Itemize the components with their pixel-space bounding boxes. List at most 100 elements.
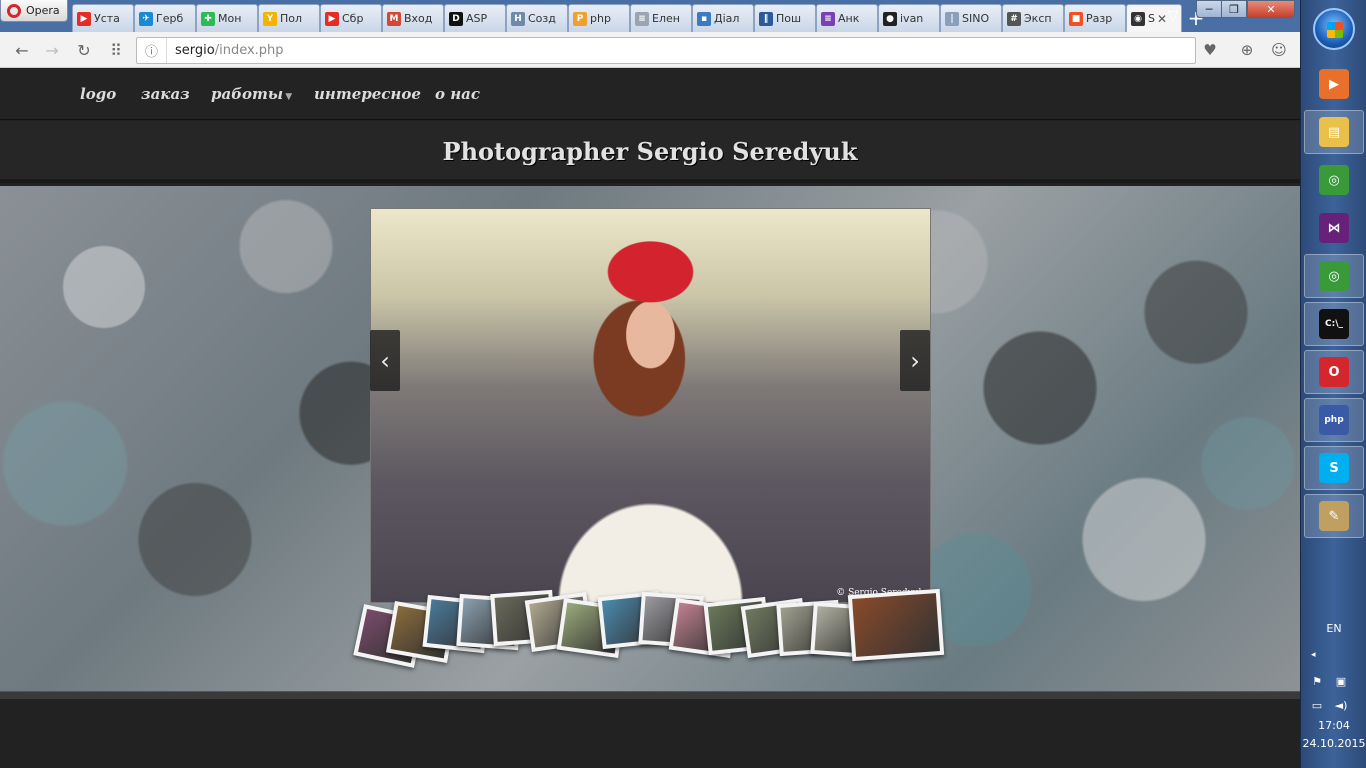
minimize-button[interactable]: ─ (1196, 0, 1222, 18)
chrome-icon: ◎ (1319, 165, 1349, 195)
browser-tab[interactable]: Pphp (568, 4, 630, 32)
start-button[interactable] (1313, 8, 1355, 50)
opera-icon: O (1319, 357, 1349, 387)
taskbar-app[interactable]: ▶ (1304, 62, 1364, 106)
tab-menu-icon[interactable]: ▽ (1162, 6, 1184, 26)
taskbar-app[interactable]: php (1304, 398, 1364, 442)
form-icon: ≡ (821, 11, 835, 26)
speed-dial-grid-icon[interactable]: ⠿ (106, 40, 126, 60)
title-bar: Photographer Sergio Seredyuk (0, 121, 1300, 183)
taskbar-app[interactable]: O (1304, 350, 1364, 394)
tab-label: php (590, 12, 611, 25)
chevron-left-icon: ‹ (380, 346, 390, 375)
gmail-icon: M (387, 11, 401, 26)
thermometer-icon: | (945, 11, 959, 26)
maximize-button[interactable]: ❐ (1221, 0, 1247, 18)
chevron-down-icon: ▼ (285, 92, 293, 102)
reload-icon[interactable]: ↻ (74, 40, 94, 60)
windows-logo-icon (1327, 22, 1343, 38)
nav-works[interactable]: работы ▼ (211, 85, 292, 103)
page-icon: ≡ (635, 11, 649, 26)
hero-bottom-border (0, 691, 1300, 699)
media-player-icon: ▶ (1319, 69, 1349, 99)
browser-toolbar: ← → ↻ ⠿ ⓘ sergio/index.php ♥ ⊕ ☺ (0, 32, 1300, 68)
taskbar-app[interactable]: ⋈ (1304, 206, 1364, 250)
site-info-icon[interactable]: ⓘ (137, 38, 167, 63)
nav-interesting[interactable]: интересное (314, 85, 421, 103)
file-explorer-icon: ▤ (1319, 117, 1349, 147)
taskbar-app[interactable]: C:\_ (1304, 302, 1364, 346)
taskbar-app[interactable]: ✎ (1304, 494, 1364, 538)
tab-label: Разр (1086, 12, 1113, 25)
browser-tab[interactable]: ≡ Анк (816, 4, 878, 32)
browser-tab[interactable]: D ASP (444, 4, 506, 32)
browser-tab[interactable]: ▶ Уста (72, 4, 134, 32)
network-icon[interactable]: ▭ (1309, 698, 1325, 712)
habr-icon: H (511, 11, 525, 26)
url-path: /index.php (214, 43, 284, 58)
browser-tab[interactable]: ▶ Сбр (320, 4, 382, 32)
tab-label: Мон (218, 12, 242, 25)
browser-tab[interactable]: ✈ Герб (134, 4, 196, 32)
dou-icon: D (449, 11, 463, 26)
browser-tab[interactable]: ● ivan (878, 4, 940, 32)
paint-icon: ✎ (1319, 501, 1349, 531)
site-navbar: logo заказ работы ▼ интересное о нас (0, 69, 1300, 120)
hero-slider: © Sergio Seredyuk ‹ › (0, 186, 1300, 691)
bookmark-heart-icon[interactable]: ♥ (1200, 40, 1220, 60)
tray-expand-icon[interactable]: ◂ (1311, 650, 1316, 660)
browser-tab[interactable]: ■ Разр (1064, 4, 1126, 32)
youtube-icon: ▶ (77, 11, 91, 26)
taskbar-app[interactable]: ◎ (1304, 158, 1364, 202)
nav-logo[interactable]: logo (80, 85, 116, 103)
browser-tab[interactable]: H Созд (506, 4, 568, 32)
tab-label: Уста (94, 12, 120, 25)
command-prompt-icon: C:\_ (1319, 309, 1349, 339)
chevron-right-icon: › (910, 346, 920, 375)
browser-tab[interactable]: ≡ Елен (630, 4, 692, 32)
nav-order[interactable]: заказ (141, 85, 190, 103)
website: logo заказ работы ▼ интересное о нас Phot… (0, 69, 1300, 768)
pma-icon: P (573, 11, 587, 26)
yandex-icon: Y (263, 11, 277, 26)
globe-icon: ✚ (201, 11, 215, 26)
browser-tab[interactable]: M Вход (382, 4, 444, 32)
back-arrow-icon[interactable]: ← (12, 40, 32, 60)
action-center-flag-icon[interactable]: ⚑ (1309, 674, 1325, 688)
nav-about[interactable]: о нас (435, 85, 480, 103)
taskbar-app[interactable]: S (1304, 446, 1364, 490)
tab-label: S (1148, 12, 1155, 25)
taskbar-app[interactable]: ▤ (1304, 110, 1364, 154)
pause-icon: ‖ (759, 11, 773, 26)
volume-icon[interactable]: ◄) (1333, 698, 1349, 712)
forward-arrow-icon[interactable]: → (42, 40, 62, 60)
download-icon[interactable]: ⊕ (1237, 40, 1257, 60)
tab-label: Пол (280, 12, 303, 25)
language-indicator[interactable]: EN (1301, 622, 1366, 635)
address-bar[interactable]: ⓘ sergio/index.php (136, 37, 1196, 64)
taskbar-app[interactable]: ◎ (1304, 254, 1364, 298)
browser-tab[interactable]: ✚ Мон (196, 4, 258, 32)
close-window-button[interactable]: ✕ (1247, 0, 1295, 18)
tab-label: Анк (838, 12, 860, 25)
slider-next-button[interactable]: › (900, 330, 930, 391)
clipboard-icon[interactable]: ▣ (1333, 674, 1349, 688)
url-text: sergio/index.php (167, 43, 284, 58)
tab-label: Герб (156, 12, 184, 25)
opera-menu-label: Opera (26, 4, 60, 17)
browser-tab[interactable]: # Эксп (1002, 4, 1064, 32)
account-icon[interactable]: ☺ (1269, 40, 1289, 60)
tab-label: Вход (404, 12, 433, 25)
chrome-icon: ◎ (1319, 261, 1349, 291)
tab-label: Эксп (1024, 12, 1052, 25)
gallery-thumbnail[interactable] (847, 588, 945, 662)
slider-prev-button[interactable]: ‹ (370, 330, 400, 391)
clock-time[interactable]: 17:04 (1301, 719, 1366, 732)
clock-date[interactable]: 24.10.2015 (1301, 737, 1366, 750)
php-designer-icon: php (1319, 405, 1349, 435)
browser-tab[interactable]: Y Пол (258, 4, 320, 32)
browser-tab[interactable]: | SINO (940, 4, 1002, 32)
browser-tab[interactable]: ▪ Діал (692, 4, 754, 32)
opera-menu-button[interactable]: Opera (0, 0, 68, 22)
browser-tab[interactable]: ‖ Пош (754, 4, 816, 32)
